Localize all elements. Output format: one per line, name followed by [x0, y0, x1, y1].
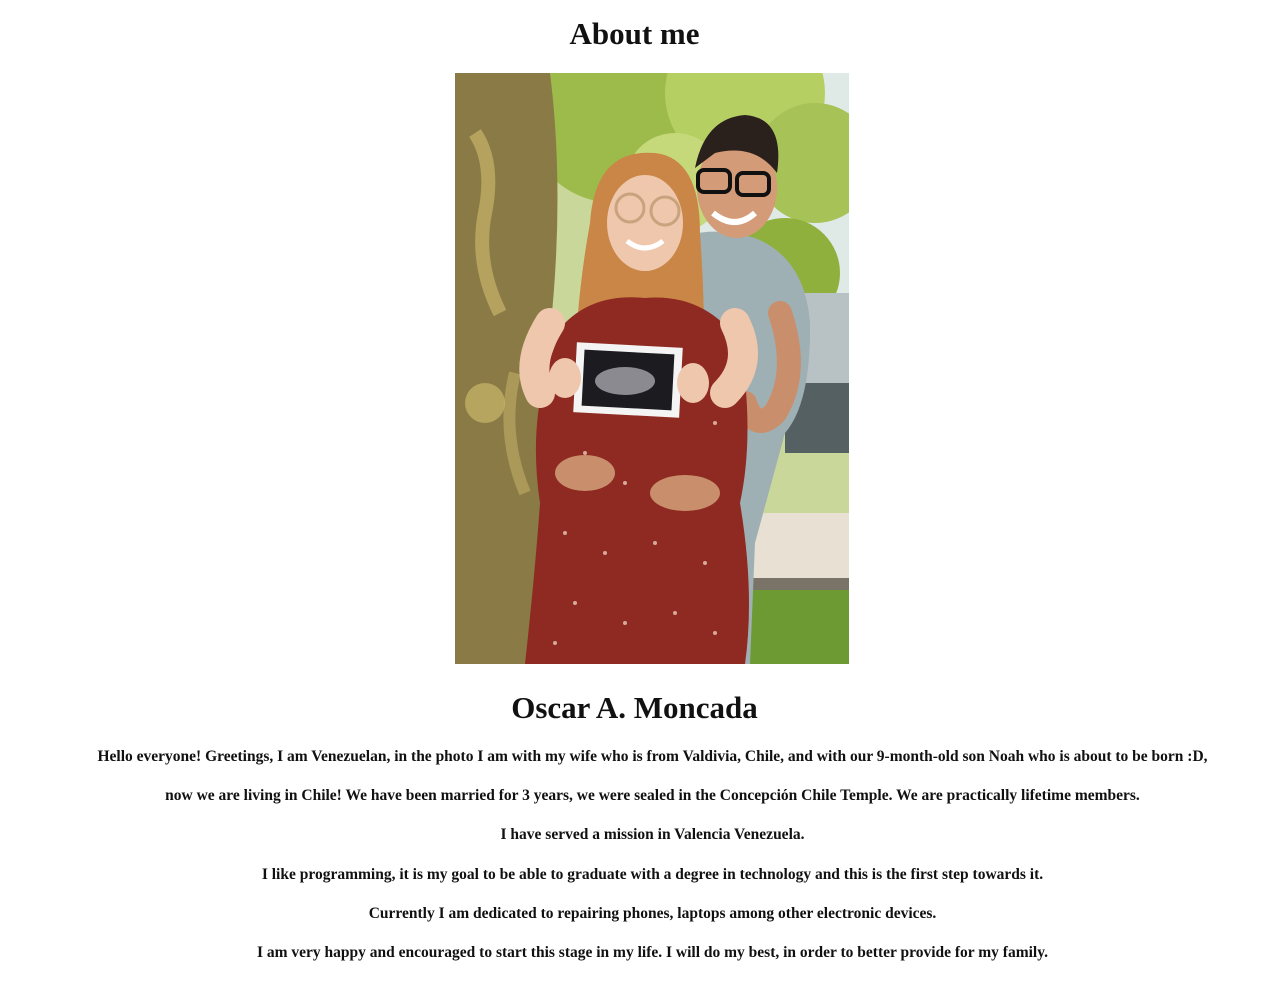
page-title: About me	[569, 16, 700, 51]
bio-paragraph: I like programming, it is my goal to be …	[261, 866, 1044, 883]
about-page: About me Oscar A. Moncada Hello everyone…	[0, 0, 1269, 990]
bio-paragraph: Currently I am dedicated to repairing ph…	[368, 905, 937, 922]
bio-paragraph: Hello everyone! Greetings, I am Venezuel…	[97, 748, 1208, 765]
bio-paragraph: I am very happy and encouraged to start …	[256, 944, 1049, 961]
family-photo	[455, 73, 849, 664]
author-name: Oscar A. Moncada	[511, 690, 758, 725]
bio-paragraph: I have served a mission in Valencia Vene…	[500, 826, 805, 843]
bio-paragraph: now we are living in Chile! We have been…	[165, 787, 1140, 804]
